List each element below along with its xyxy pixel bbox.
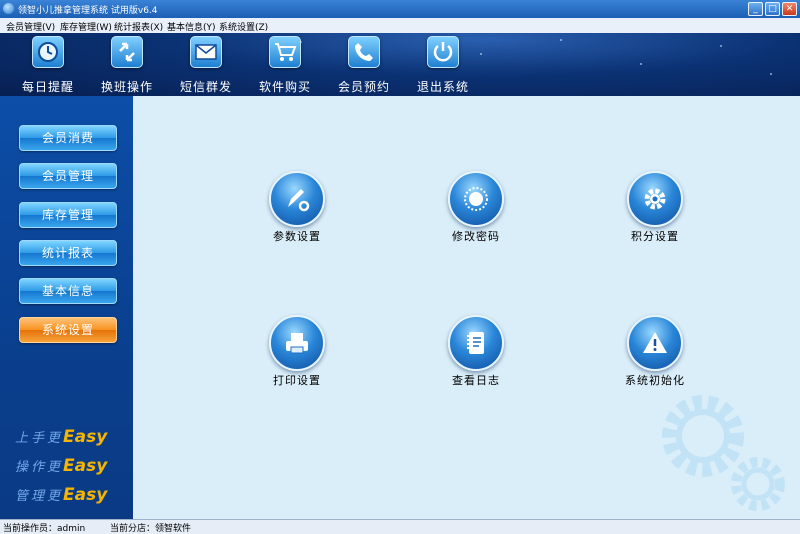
- sidebar-item-member-management[interactable]: 会员管理: [19, 163, 117, 189]
- dial-icon: [448, 171, 504, 227]
- toolbar-label: 软件购买: [258, 80, 311, 94]
- toolbar-label: 换班操作: [100, 80, 153, 94]
- sidebar-item-basic-info[interactable]: 基本信息: [19, 278, 117, 304]
- toolbar-shift-change[interactable]: 换班操作: [91, 36, 163, 96]
- toolbar-label: 每日提醒: [21, 80, 74, 94]
- toolbar-appointment[interactable]: 会员预约: [328, 36, 400, 96]
- notebook-icon: [448, 315, 504, 371]
- status-bar: 当前操作员：admin 当前分店：领智软件: [0, 519, 800, 534]
- power-icon: [427, 36, 459, 68]
- toolbar-daily-reminder[interactable]: 每日提醒: [12, 36, 84, 96]
- maximize-button[interactable]: □: [765, 2, 780, 16]
- printer-icon: [269, 315, 325, 371]
- menu-member[interactable]: 会员管理(V): [6, 20, 55, 33]
- pen-gear-icon: [269, 171, 325, 227]
- func-label: 积分设置: [631, 230, 679, 243]
- sidebar: 会员消费 会员管理 库存管理 统计报表 基本信息 系统设置 上手更Easy 操作…: [0, 96, 133, 519]
- slogan-line: 管理更Easy: [15, 485, 108, 505]
- gear-icon: [627, 171, 683, 227]
- func-print-settings[interactable]: 打印设置: [242, 315, 352, 395]
- sidebar-item-member-consumption[interactable]: 会员消费: [19, 125, 117, 151]
- menu-bar: 会员管理(V) 库存管理(W) 统计报表(X) 基本信息(Y) 系统设置(Z): [0, 18, 800, 34]
- sidebar-item-reports[interactable]: 统计报表: [19, 240, 117, 266]
- close-button[interactable]: ✕: [782, 2, 797, 16]
- app-icon: [3, 3, 14, 14]
- toolbar-label: 短信群发: [179, 80, 232, 94]
- menu-reports[interactable]: 统计报表(X): [114, 20, 163, 33]
- func-points-settings[interactable]: 积分设置: [600, 171, 710, 251]
- menu-basic-info[interactable]: 基本信息(Y): [167, 20, 216, 33]
- func-label: 修改密码: [452, 230, 500, 243]
- func-view-log[interactable]: 查看日志: [421, 315, 531, 395]
- clock-icon: [32, 36, 64, 68]
- menu-inventory[interactable]: 库存管理(W): [60, 20, 112, 33]
- shopping-cart-icon: [269, 36, 301, 68]
- toolbar-purchase[interactable]: 软件购买: [249, 36, 321, 96]
- toolbar: 每日提醒 换班操作 短信群发 软件购买 会员预约 退出系统: [0, 33, 800, 96]
- func-label: 查看日志: [452, 374, 500, 387]
- toolbar-exit[interactable]: 退出系统: [407, 36, 479, 96]
- title-bar: 领智小儿推拿管理系统 试用版v6.4 _ □ ✕: [0, 0, 800, 18]
- minimize-button[interactable]: _: [748, 2, 763, 16]
- status-operator: 当前操作员：admin: [3, 524, 86, 534]
- toolbar-sms[interactable]: 短信群发: [170, 36, 242, 96]
- func-change-password[interactable]: 修改密码: [421, 171, 531, 251]
- toolbar-label: 退出系统: [416, 80, 469, 94]
- status-branch: 当前分店：领智软件: [110, 524, 192, 534]
- func-label: 参数设置: [273, 230, 321, 243]
- func-system-init[interactable]: 系统初始化: [600, 315, 710, 395]
- sidebar-item-system-settings[interactable]: 系统设置: [19, 317, 117, 343]
- main-panel: 参数设置 修改密码 积分设置 打印设置 查看日志 系统初始化: [133, 96, 800, 519]
- decorative-gears: [662, 395, 785, 511]
- phone-icon: [348, 36, 380, 68]
- sidebar-item-inventory[interactable]: 库存管理: [19, 202, 117, 228]
- swap-arrows-icon: [111, 36, 143, 68]
- slogan-line: 操作更Easy: [15, 456, 108, 476]
- slogan-line: 上手更Easy: [15, 427, 108, 447]
- menu-settings[interactable]: 系统设置(Z): [219, 20, 268, 33]
- toolbar-label: 会员预约: [337, 80, 390, 94]
- warning-icon: [627, 315, 683, 371]
- envelope-icon: [190, 36, 222, 68]
- window-title: 领智小儿推拿管理系统 试用版v6.4: [18, 6, 158, 16]
- func-parameter-settings[interactable]: 参数设置: [242, 171, 352, 251]
- func-label: 打印设置: [273, 374, 321, 387]
